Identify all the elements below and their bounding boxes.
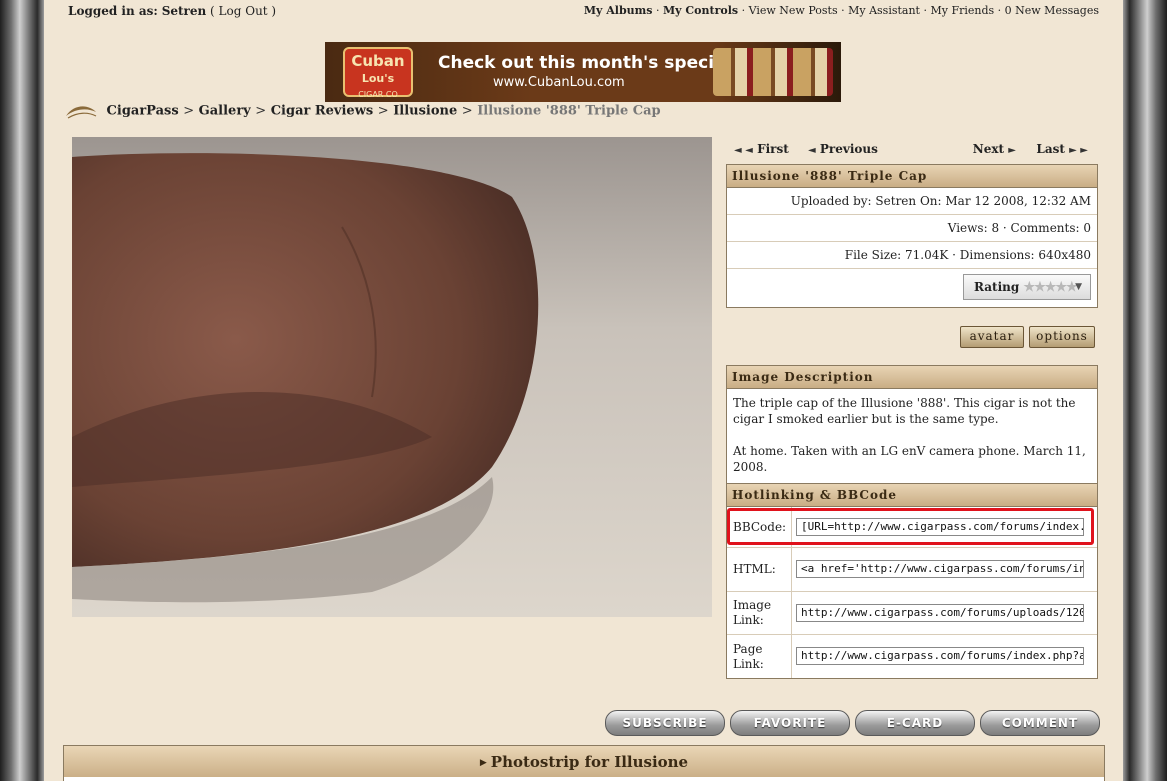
next-link[interactable]: Next ► <box>973 142 1016 156</box>
left-arrow-icon: ◄ <box>808 145 816 156</box>
my-friends-link[interactable]: My Friends <box>930 4 994 17</box>
page-link-row: Page Link: http://www.cigarpass.com/foru… <box>727 635 1097 678</box>
breadcrumb: CigarPass > Gallery > Cigar Reviews > Il… <box>64 102 661 124</box>
ecard-button[interactable]: E-CARD <box>855 710 975 736</box>
chevron-down-icon: ▼ <box>1075 282 1082 292</box>
image-link-field[interactable]: http://www.cigarpass.com/forums/uploads/… <box>796 604 1084 622</box>
favorite-button[interactable]: FAVORITE <box>730 710 850 736</box>
breadcrumb-cigar-reviews[interactable]: Cigar Reviews <box>271 104 374 119</box>
separator: · <box>741 4 746 17</box>
logout-link[interactable]: ( Log Out ) <box>210 4 276 18</box>
bbcode-highlight-box <box>727 508 1094 545</box>
double-left-arrow-icon: ◄ ◄ <box>734 145 753 156</box>
breadcrumb-illusione[interactable]: Illusione <box>393 104 457 119</box>
image-link-row: Image Link: http://www.cigarpass.com/for… <box>727 592 1097 635</box>
options-button[interactable]: options <box>1029 326 1095 348</box>
comment-button[interactable]: COMMENT <box>980 710 1100 736</box>
separator: · <box>997 4 1002 17</box>
description-body: The triple cap of the Illusione '888'. T… <box>727 389 1097 483</box>
right-frame <box>1123 0 1167 781</box>
separator: · <box>923 4 927 17</box>
image-title: Illusione '888' Triple Cap <box>727 165 1097 188</box>
page-content: Logged in as: Setren ( Log Out ) My Albu… <box>44 0 1123 781</box>
cigar-photo <box>72 137 712 617</box>
right-arrow-icon: ► <box>1008 145 1016 156</box>
image-navigation: ◄ ◄ First ◄ Previous Next ► Last ► ► <box>726 142 1096 160</box>
page-link-label: Page Link: <box>727 635 792 678</box>
my-albums-link[interactable]: My Albums <box>584 4 653 17</box>
breadcrumb-sep: > <box>461 103 473 119</box>
views-comments: Views: 8 · Comments: 0 <box>727 215 1097 242</box>
photostrip-header[interactable]: ▶ Photostrip for Illusione <box>63 745 1105 779</box>
image-description-panel: Image Description The triple cap of the … <box>726 365 1098 484</box>
new-messages-link[interactable]: 0 New Messages <box>1005 4 1099 17</box>
gallery-photo[interactable] <box>72 137 712 617</box>
banner-url: www.CubanLou.com <box>493 75 625 90</box>
html-label: HTML: <box>727 548 792 591</box>
separator: · <box>656 4 660 17</box>
left-frame <box>0 0 44 781</box>
my-assistant-link[interactable]: My Assistant <box>848 4 920 17</box>
banner-headline: Check out this month's specials <box>438 53 742 73</box>
image-info-panel: Illusione '888' Triple Cap Uploaded by: … <box>726 164 1098 308</box>
avatar-button[interactable]: avatar <box>960 326 1024 348</box>
breadcrumb-current: Illusione '888' Triple Cap <box>477 103 661 119</box>
rating-stars-icon: ★★★★★ <box>1023 280 1077 295</box>
separator: · <box>841 4 845 17</box>
user-bar: Logged in as: Setren ( Log Out ) My Albu… <box>68 4 1099 20</box>
breadcrumb-gallery[interactable]: Gallery <box>199 104 251 119</box>
description-text: The triple cap of the Illusione '888'. T… <box>733 396 1076 426</box>
username-link[interactable]: Setren <box>162 4 207 18</box>
last-link[interactable]: Last ► ► <box>1036 142 1088 156</box>
hotlinking-title: Hotlinking & BBCode <box>727 484 1097 507</box>
triangle-right-icon: ▶ <box>479 758 487 768</box>
login-status: Logged in as: Setren ( Log Out ) <box>68 4 276 18</box>
cuban-lous-logo: Cuban Lou's CIGAR CO <box>343 47 413 99</box>
photostrip-body <box>63 777 1105 781</box>
user-menu: My Albums · My Controls · View New Posts… <box>584 4 1099 17</box>
upload-info: Uploaded by: Setren On: Mar 12 2008, 12:… <box>727 188 1097 215</box>
ad-banner[interactable]: Cuban Lou's CIGAR CO Check out this mont… <box>325 42 841 102</box>
breadcrumb-cigarpass[interactable]: CigarPass <box>107 104 179 119</box>
my-controls-link[interactable]: My Controls <box>663 4 738 17</box>
image-link-label: Image Link: <box>727 592 792 634</box>
breadcrumb-sep: > <box>377 103 389 119</box>
leaf-swoosh-icon <box>66 106 97 119</box>
first-link[interactable]: ◄ ◄ First <box>734 142 789 156</box>
breadcrumb-sep: > <box>183 103 195 119</box>
uploader-link[interactable]: Setren <box>875 194 916 208</box>
breadcrumb-sep: > <box>255 103 267 119</box>
html-row: HTML: <a href='http://www.cigarpass.com/… <box>727 548 1097 592</box>
html-field[interactable]: <a href='http://www.cigarpass.com/forums… <box>796 560 1084 578</box>
logged-in-label: Logged in as: <box>68 4 158 18</box>
rating-row: Rating ★★★★★ ▼ <box>727 269 1097 307</box>
subscribe-button[interactable]: SUBSCRIBE <box>605 710 725 736</box>
description-location: At home. Taken with an LG enV camera pho… <box>733 444 1086 474</box>
double-right-arrow-icon: ► ► <box>1069 145 1088 156</box>
cigar-bands-image <box>713 48 833 96</box>
file-size-dimensions: File Size: 71.04K · Dimensions: 640x480 <box>727 242 1097 269</box>
description-title: Image Description <box>727 366 1097 389</box>
previous-link[interactable]: ◄ Previous <box>808 142 878 156</box>
page-link-field[interactable]: http://www.cigarpass.com/forums/index.ph… <box>796 647 1084 665</box>
view-new-posts-link[interactable]: View New Posts <box>749 4 838 17</box>
photostrip-title: Photostrip for Illusione <box>490 753 689 771</box>
rating-dropdown[interactable]: Rating ★★★★★ ▼ <box>963 274 1091 300</box>
